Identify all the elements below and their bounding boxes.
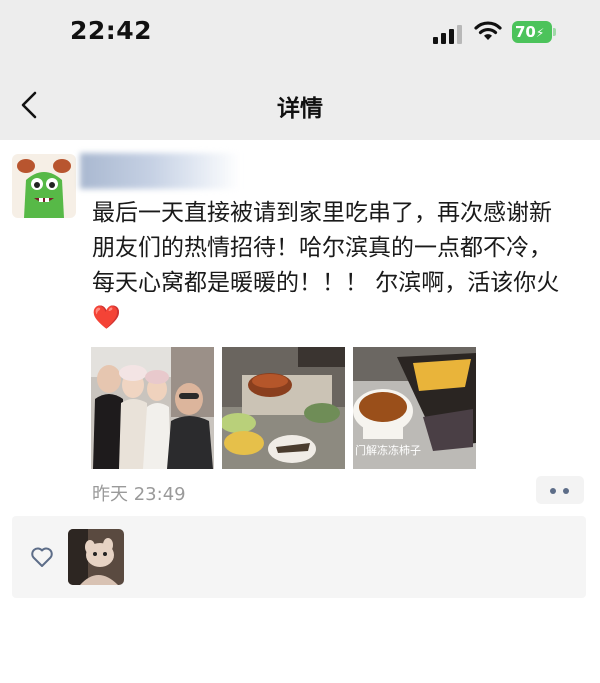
liker-avatar[interactable] xyxy=(68,529,124,585)
photo-caption: 门解冻冻柿子 xyxy=(355,443,421,457)
cellular-signal-icon xyxy=(433,24,463,44)
frozen-persimmon-photo[interactable]: 门解冻冻柿子 xyxy=(353,347,476,469)
battery-icon: 70⚡ xyxy=(512,21,556,43)
post-body: 最后一天直接被请到家里吃串了，再次感谢新朋友们的热情招待！哈尔滨真的一点都不冷，… xyxy=(92,200,560,296)
header: 22:42 70⚡ 详情 xyxy=(0,0,600,140)
dot-icon xyxy=(563,488,569,494)
author-nickname-blurred[interactable] xyxy=(80,153,240,189)
more-options-button[interactable] xyxy=(536,476,584,504)
heart-outline-icon[interactable] xyxy=(30,546,54,568)
dot-icon xyxy=(550,488,556,494)
group-selfie-photo[interactable] xyxy=(91,347,214,469)
battery-level: 70 xyxy=(515,23,536,41)
hotpot-table-photo[interactable] xyxy=(222,347,345,469)
status-time: 22:42 xyxy=(70,16,153,45)
likes-panel xyxy=(12,516,586,598)
wifi-icon xyxy=(474,21,502,40)
page-title: 详情 xyxy=(277,96,323,122)
post-timestamp: 昨天 23:49 xyxy=(92,484,186,505)
author-avatar[interactable] xyxy=(12,154,76,218)
red-heart-emoji: ❤️ xyxy=(92,305,121,331)
post-text: 最后一天直接被请到家里吃串了，再次感谢新朋友们的热情招待！哈尔滨真的一点都不冷，… xyxy=(92,196,572,336)
